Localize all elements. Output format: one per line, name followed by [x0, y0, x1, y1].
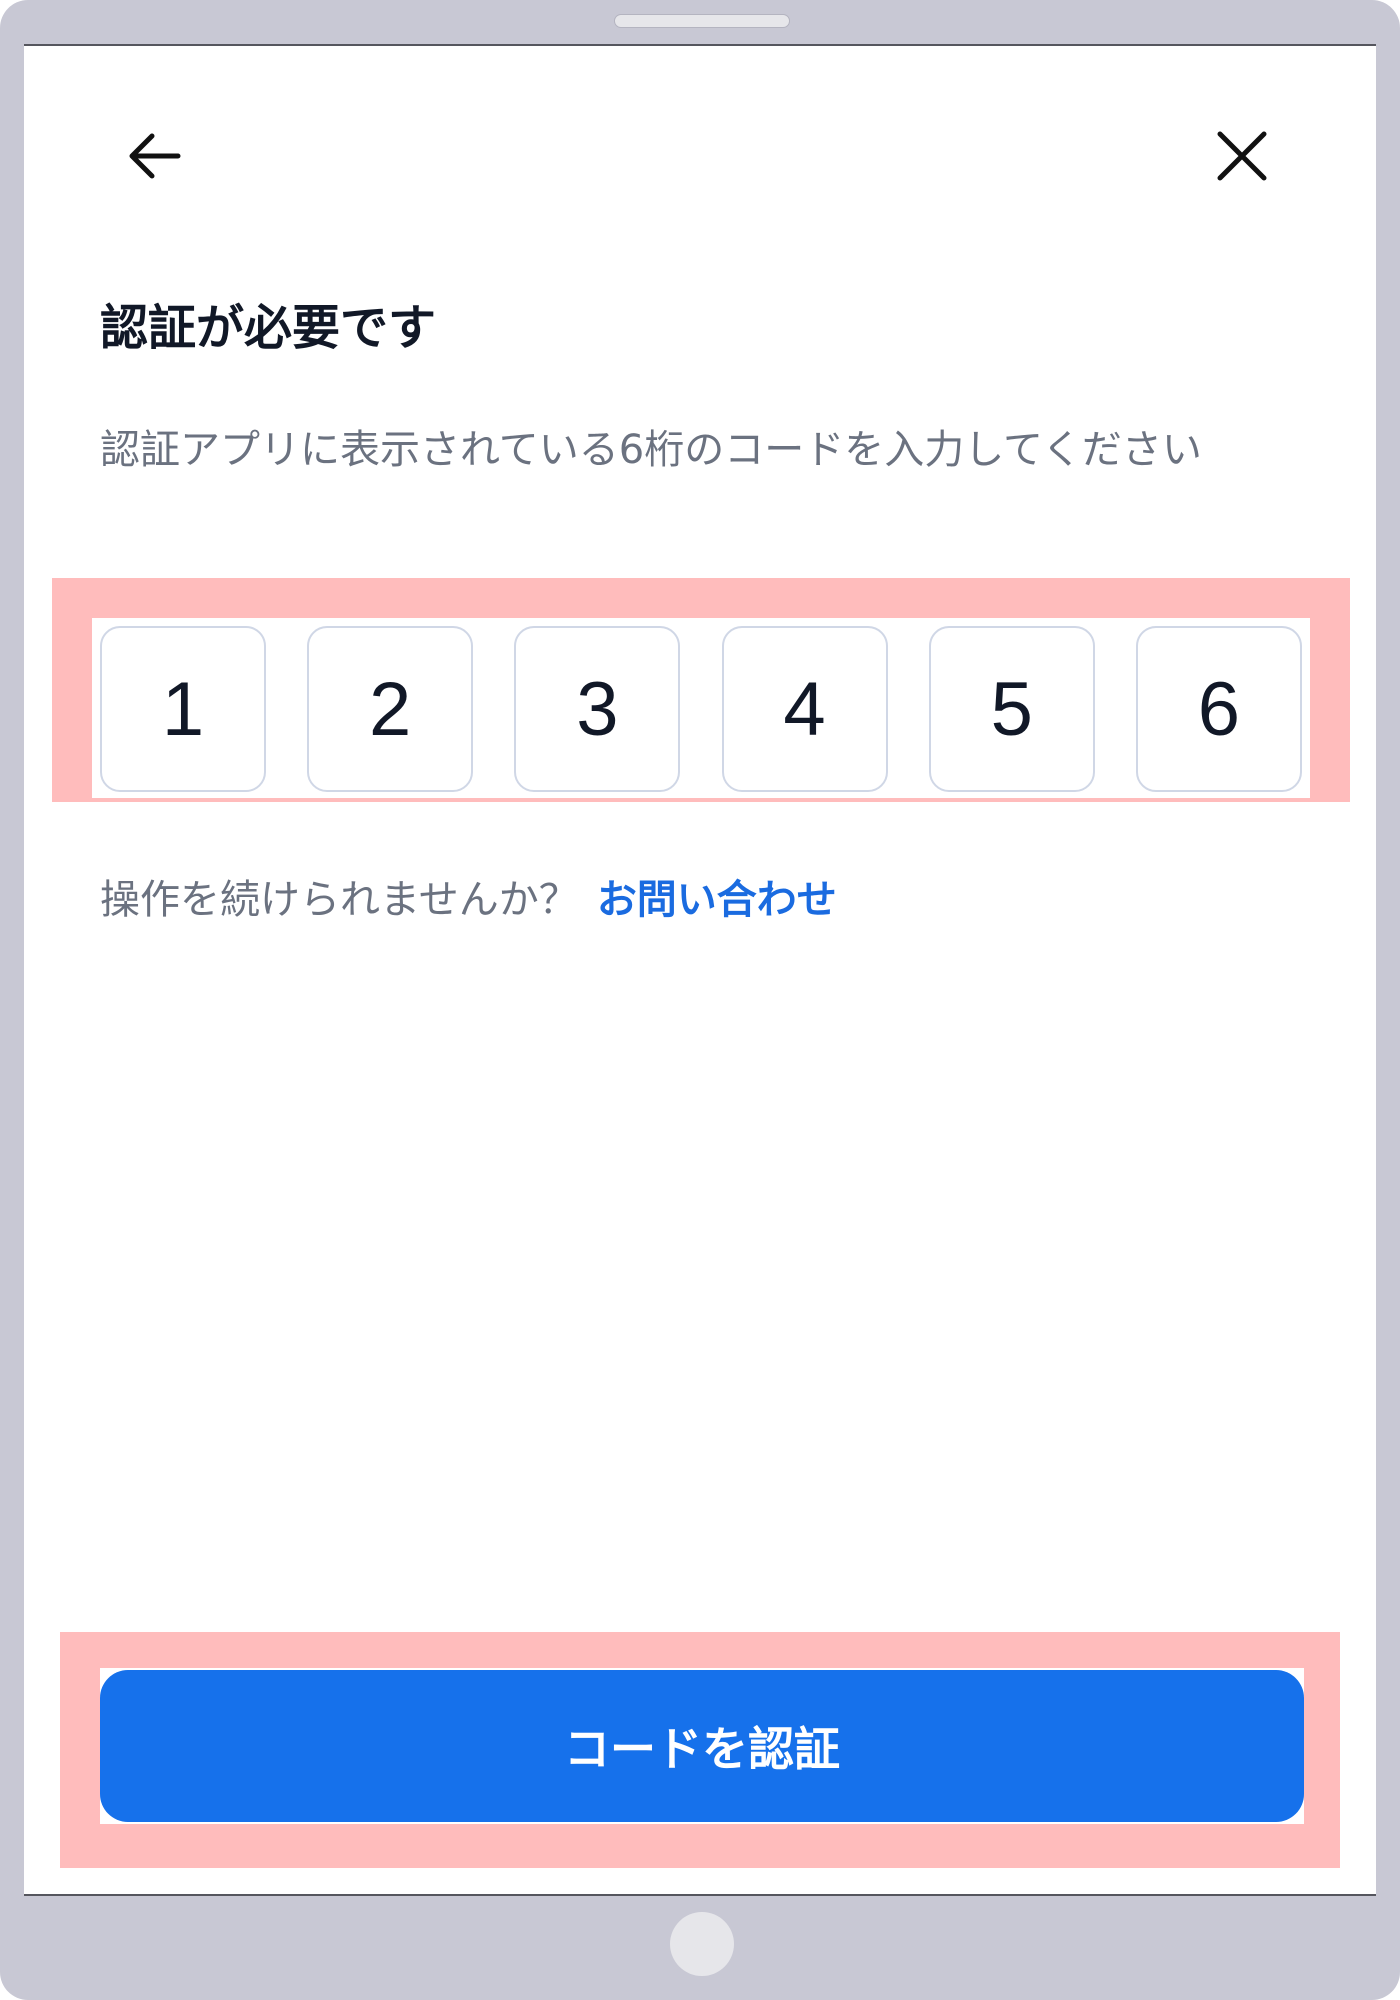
help-text: 操作を続けられませんか？	[100, 877, 579, 923]
tablet-frame: 認証が必要です 認証アプリに表示されている6桁のコードを入力してください 1 2…	[0, 0, 1400, 2000]
instruction-text: 認証アプリに表示されている6桁のコードを入力してください	[100, 427, 1202, 473]
page-title: 認証が必要です	[100, 300, 437, 356]
otp-input-group: 1 2 3 4 5 6	[92, 618, 1310, 798]
close-button[interactable]	[1192, 106, 1292, 206]
screen: 認証が必要です 認証アプリに表示されている6桁のコードを入力してください 1 2…	[24, 44, 1376, 1896]
speaker-grille	[614, 14, 790, 28]
back-button[interactable]	[104, 106, 204, 206]
otp-digit-2[interactable]: 2	[307, 626, 474, 792]
otp-digit-4[interactable]: 4	[721, 626, 888, 792]
otp-digit-6[interactable]: 6	[1135, 626, 1302, 792]
otp-digit-5[interactable]: 5	[928, 626, 1095, 792]
home-button[interactable]	[670, 1912, 734, 1976]
close-icon	[1217, 131, 1267, 181]
otp-digit-3[interactable]: 3	[514, 626, 681, 792]
otp-digit-1[interactable]: 1	[100, 626, 266, 792]
help-row: 操作を続けられませんか？ お問い合わせ	[100, 870, 837, 930]
contact-link[interactable]: お問い合わせ	[597, 877, 837, 923]
verify-code-button[interactable]: コードを認証	[100, 1670, 1304, 1822]
arrow-left-icon	[129, 133, 181, 179]
